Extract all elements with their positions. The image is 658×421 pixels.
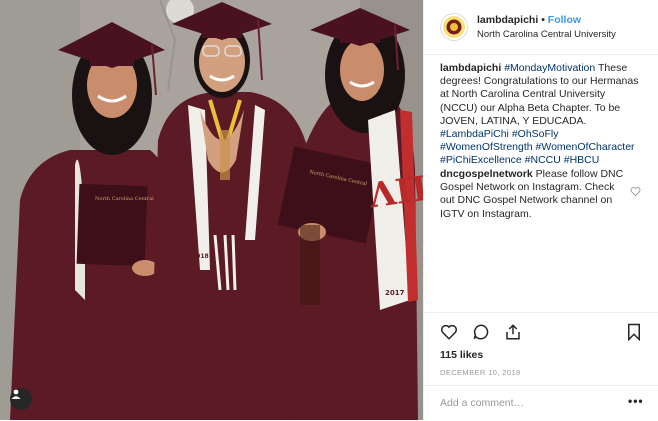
hashtag-link[interactable]: #HBCU <box>564 154 600 166</box>
heart-icon[interactable] <box>440 323 458 341</box>
bookmark-icon[interactable] <box>625 323 643 341</box>
graduates-illustration: North Carolina Central 2018 North Caroli… <box>0 0 423 420</box>
more-options-button[interactable]: ••• <box>628 394 644 408</box>
post-username[interactable]: lambdapichi <box>477 14 538 26</box>
add-comment-input[interactable]: Add a comment… <box>440 397 524 409</box>
comment-box: Add a comment… ••• <box>424 385 658 421</box>
post-panel: lambdapichi • Follow North Carolina Cent… <box>423 0 658 420</box>
comment: dncgospelnetwork Please follow DNC Gospe… <box>440 168 630 221</box>
hashtag-link[interactable]: #WomenOfStrength <box>440 141 533 153</box>
hashtag-link[interactable]: #OhSoFly <box>512 128 559 140</box>
post-photo[interactable]: North Carolina Central 2018 North Caroli… <box>0 0 423 420</box>
hashtag-link[interactable]: #LambdaPiChi <box>440 128 509 140</box>
caption-username[interactable]: lambdapichi <box>440 62 501 74</box>
separator-dot: • <box>541 14 545 26</box>
location-link[interactable]: North Carolina Central University <box>477 29 616 40</box>
share-icon[interactable] <box>504 323 522 341</box>
post-caption: lambdapichi #MondayMotivation These degr… <box>440 62 645 168</box>
comment-heart-icon[interactable] <box>630 186 641 197</box>
hashtag-link[interactable]: #WomenOfCharacter <box>536 141 635 153</box>
post-date: DECEMBER 10, 2018 <box>440 368 521 377</box>
stole-year: 2017 <box>385 289 405 297</box>
avatar[interactable] <box>440 13 468 41</box>
post-header: lambdapichi • Follow North Carolina Cent… <box>424 0 658 55</box>
action-bar <box>424 312 658 353</box>
person-icon[interactable] <box>10 388 32 410</box>
follow-button[interactable]: Follow <box>548 14 581 26</box>
likes-count[interactable]: 115 likes <box>440 349 483 361</box>
svg-text:2018: 2018 <box>192 253 209 260</box>
comment-icon[interactable] <box>472 323 490 341</box>
hashtag-link[interactable]: #NCCU <box>525 154 561 166</box>
svg-text:North Carolina Central: North Carolina Central <box>95 196 154 202</box>
hashtag-link[interactable]: #PiChiExcellence <box>440 154 522 166</box>
hashtag-link[interactable]: #MondayMotivation <box>504 62 595 74</box>
comment-username[interactable]: dncgospelnetwork <box>440 168 533 180</box>
